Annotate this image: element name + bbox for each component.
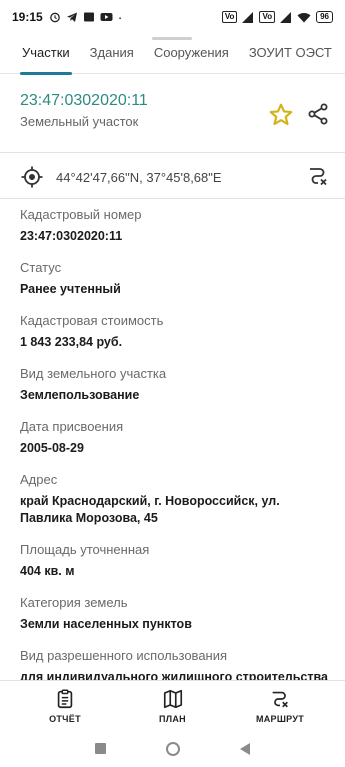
coordinates-row[interactable]: 44°42'47,66"N, 37°45'8,68"E	[20, 160, 330, 194]
map-icon	[163, 689, 182, 708]
field-label: Вид разрешенного использования	[20, 648, 228, 663]
field-label: Статус	[20, 260, 62, 275]
field-land-category: Категория земель Земли населенных пункто…	[20, 594, 332, 633]
field-value: Земли населенных пунктов	[20, 617, 192, 631]
field-value: 404 кв. м	[20, 564, 75, 578]
plan-button[interactable]: ПЛАН	[138, 681, 208, 730]
home-icon[interactable]	[166, 741, 180, 756]
volte-badge-2: Vo	[259, 11, 276, 23]
location-target-icon	[21, 166, 43, 188]
report-clipboard-icon	[57, 689, 73, 708]
back-icon[interactable]	[240, 742, 250, 755]
field-label: Кадастровая стоимость	[20, 313, 164, 328]
tab-buildings[interactable]: Здания	[80, 34, 144, 74]
wifi-icon	[297, 12, 311, 22]
field-label: Площадь уточненная	[20, 542, 150, 557]
report-button[interactable]: ОТЧЁТ	[30, 681, 100, 730]
field-value: 1 843 233,84 руб.	[20, 335, 123, 349]
route-icon	[272, 691, 288, 707]
field-status: Статус Ранее учтенный	[20, 259, 332, 298]
tab-zouit[interactable]: ЗОУИТ ОЭСТ	[239, 34, 342, 74]
field-value: 2005-08-29	[20, 441, 84, 455]
field-label: Дата присвоения	[20, 419, 124, 434]
signal-icon	[242, 11, 254, 23]
route-cancel-icon[interactable]	[306, 164, 330, 188]
field-address: Адрес край Краснодарский, г. Новороссийс…	[20, 471, 332, 527]
report-label: ОТЧЁТ	[49, 713, 81, 724]
field-area: Площадь уточненная 404 кв. м	[20, 541, 332, 580]
route-label: МАРШРУТ	[255, 713, 305, 724]
gallery-icon	[83, 12, 94, 22]
battery-indicator: 96	[316, 11, 333, 23]
field-cadastral-number: Кадастровый номер 23:47:0302020:11	[20, 206, 332, 245]
object-header: 23:47:0302020:11 Земельный участок	[20, 92, 330, 129]
field-label: Кадастровый номер	[20, 207, 142, 222]
field-label: Адрес	[20, 472, 58, 487]
sheet-drag-handle[interactable]	[152, 37, 192, 40]
status-time: 19:15	[12, 10, 43, 24]
route-button[interactable]: МАРШРУТ	[245, 681, 315, 730]
divider	[0, 198, 345, 199]
system-nav-bar	[0, 730, 345, 767]
field-value: Землепользование	[20, 388, 140, 402]
more-dot-icon: ·	[117, 9, 123, 25]
status-bar: 19:15 · Vo Vo 96	[0, 0, 345, 34]
signal-icon-2	[280, 11, 292, 23]
favorite-star-icon[interactable]	[268, 102, 294, 128]
volte-badge: Vo	[221, 11, 238, 23]
plan-label: ПЛАН	[159, 713, 186, 724]
field-assign-date: Дата присвоения 2005-08-29	[20, 418, 332, 457]
youtube-icon	[100, 13, 113, 21]
field-label: Категория земель	[20, 595, 128, 610]
tab-plots[interactable]: Участки	[12, 34, 80, 75]
field-plot-kind: Вид земельного участка Землепользование	[20, 365, 332, 404]
coordinates-text: 44°42'47,66"N, 37°45'8,68"E	[56, 169, 222, 185]
field-cadastral-value: Кадастровая стоимость 1 843 233,84 руб.	[20, 312, 332, 351]
recents-icon[interactable]	[95, 743, 106, 754]
field-value[interactable]: 23:47:0302020:11	[20, 228, 332, 245]
field-value: Ранее учтенный	[20, 282, 121, 296]
property-details: Кадастровый номер 23:47:0302020:11 Стату…	[20, 206, 332, 700]
bottom-action-bar: ОТЧЁТ ПЛАН МАРШРУТ	[0, 680, 345, 730]
tab-bar: Участки Здания Сооружения ЗОУИТ ОЭСТ	[0, 34, 345, 75]
divider	[0, 152, 345, 153]
telegram-icon	[66, 12, 77, 22]
field-label: Вид земельного участка	[20, 366, 167, 381]
share-icon[interactable]	[306, 102, 330, 126]
field-value: край Краснодарский, г. Новороссийск, ул.…	[20, 494, 280, 525]
alarm-icon	[49, 12, 60, 23]
